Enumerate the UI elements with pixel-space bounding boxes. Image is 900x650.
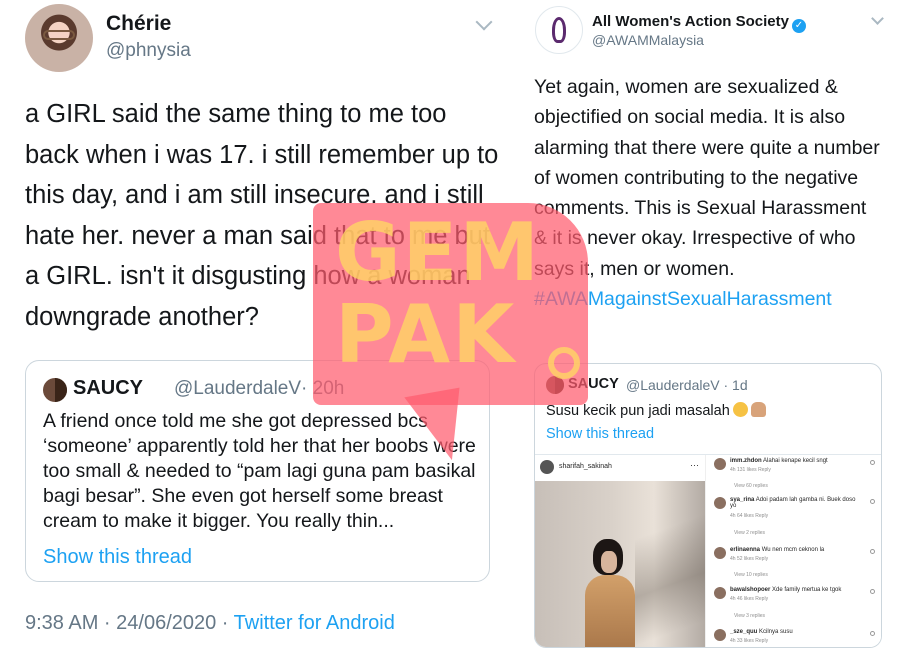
watermark-logo-icon xyxy=(548,347,580,379)
author-handle[interactable]: @AWAMMalaysia xyxy=(592,32,704,48)
show-thread-link[interactable]: Show this thread xyxy=(546,426,654,442)
instagram-comments: imm.zhdon Alahai kenape kecil sngt 4h 13… xyxy=(705,455,881,647)
avatar[interactable] xyxy=(535,6,583,54)
chevron-down-icon[interactable] xyxy=(475,13,493,31)
exploding-head-emoji-icon xyxy=(732,402,748,417)
instagram-photo xyxy=(535,481,705,647)
watermark-text: GEM PAK xyxy=(335,206,541,381)
heart-icon xyxy=(870,549,875,554)
heart-icon xyxy=(870,631,875,636)
quoted-author-handle: @LauderdaleV · 1d xyxy=(626,377,748,393)
show-thread-link[interactable]: Show this thread xyxy=(43,546,192,569)
author-name[interactable]: Chérie xyxy=(106,12,171,36)
instagram-post-header: sharifah_sakinah ··· xyxy=(535,455,705,481)
avatar[interactable] xyxy=(25,4,93,72)
heart-icon xyxy=(870,589,875,594)
quoted-author-name: SAUCY xyxy=(73,377,144,399)
heart-icon xyxy=(870,460,875,465)
avatar xyxy=(43,378,67,402)
instagram-screenshot[interactable]: sharifah_sakinah ··· imm.zhdon Alahai ke… xyxy=(535,454,881,647)
author-name[interactable]: All Women's Action Society ✓ xyxy=(592,13,806,33)
awam-logo xyxy=(552,17,566,43)
quoted-tweet[interactable]: SAUCY @LauderdaleV · 1d Susu kecik pun j… xyxy=(534,363,882,648)
heart-icon xyxy=(870,499,875,504)
source-link[interactable]: Twitter for Android xyxy=(234,612,395,634)
verified-badge-icon: ✓ xyxy=(791,19,806,33)
author-handle[interactable]: @phnysia xyxy=(106,40,191,62)
avatar xyxy=(540,460,554,474)
chevron-down-icon[interactable] xyxy=(871,12,884,25)
facepalm-emoji-icon xyxy=(750,402,766,417)
watermark-tail xyxy=(404,387,472,467)
instagram-username: sharifah_sakinah xyxy=(559,463,612,470)
more-options-icon: ··· xyxy=(690,460,699,470)
tweet-timestamp: 9:38 AM · 24/06/2020 · Twitter for Andro… xyxy=(25,612,395,634)
